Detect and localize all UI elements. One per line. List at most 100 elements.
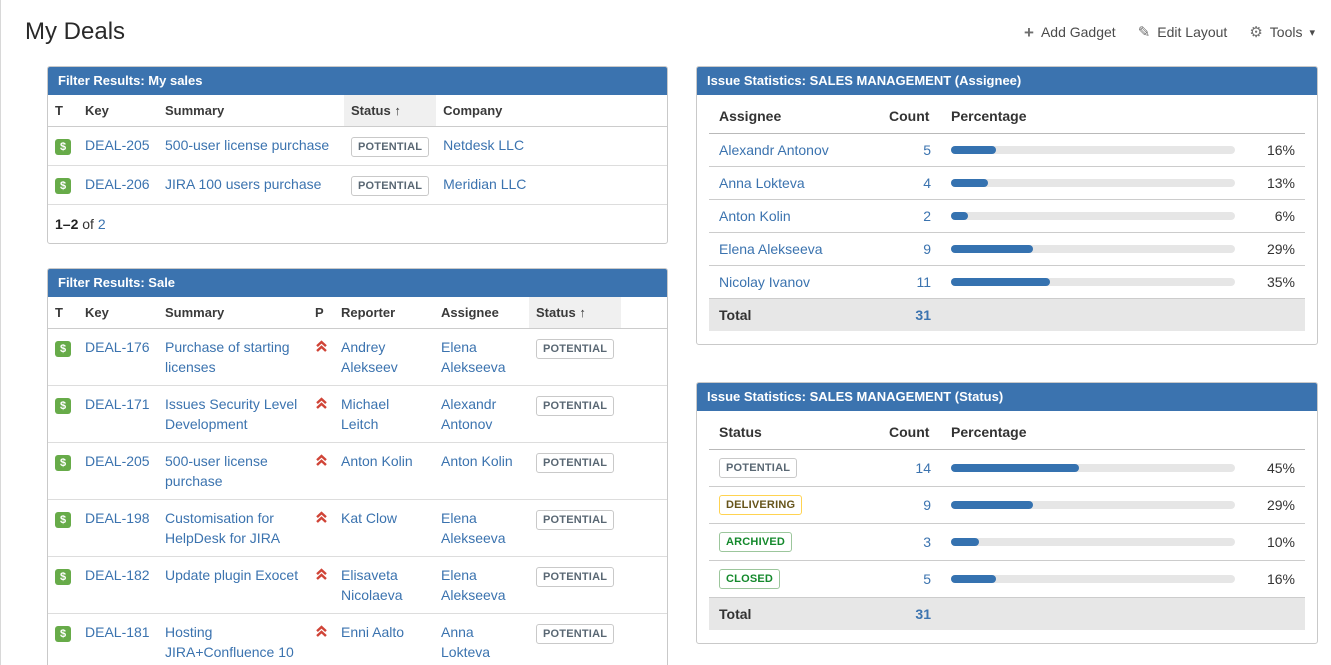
issue-summary-link[interactable]: 500-user license purchase	[165, 137, 329, 153]
table-row: $ DEAL-205 500-user license purchase POT…	[48, 127, 667, 166]
assignee-link[interactable]: Elena Alekseeva	[441, 567, 506, 603]
stats-status-table: Status Count Percentage POTENTIAL 14 45%	[709, 415, 1305, 630]
stat-assignee-link[interactable]: Anton Kolin	[719, 208, 791, 224]
total-count: 31	[879, 598, 941, 631]
column-header-summary[interactable]: Summary	[158, 297, 308, 329]
column-header-type[interactable]: T	[48, 297, 78, 329]
issue-summary-link[interactable]: Hosting JIRA+Confluence 10	[165, 624, 294, 660]
stat-count-link[interactable]: 4	[923, 175, 931, 191]
edit-layout-button[interactable]: ✎ Edit Layout	[1138, 24, 1228, 40]
pagination-total-link[interactable]: 2	[98, 216, 106, 232]
gadget-stats-assignee: Issue Statistics: SALES MANAGEMENT (Assi…	[696, 66, 1318, 345]
reporter-link[interactable]: Anton Kolin	[341, 453, 413, 469]
status-lozenge: POTENTIAL	[536, 624, 614, 644]
issue-summary-link[interactable]: Update plugin Exocet	[165, 567, 298, 583]
reporter-link[interactable]: Michael Leitch	[341, 396, 389, 432]
column-header-status-sorted[interactable]: Status ↑	[344, 95, 436, 127]
percentage-bar-fill	[951, 245, 1033, 253]
issue-key-link[interactable]: DEAL-181	[85, 624, 150, 640]
column-header-assignee[interactable]: Assignee	[434, 297, 529, 329]
stat-assignee-link[interactable]: Alexandr Antonov	[719, 142, 829, 158]
issue-summary-link[interactable]: Purchase of starting licenses	[165, 339, 290, 375]
issue-summary-link[interactable]: Issues Security Level Development	[165, 396, 297, 432]
percentage-bar-track	[951, 146, 1235, 154]
sale-type-icon: $	[55, 398, 71, 414]
stat-row: POTENTIAL 14 45%	[709, 450, 1305, 487]
company-link[interactable]: Netdesk LLC	[443, 137, 524, 153]
status-lozenge: ARCHIVED	[719, 532, 792, 552]
percentage-bar-track	[951, 575, 1235, 583]
stats-assignee-table: Assignee Count Percentage Alexandr Anton…	[709, 99, 1305, 331]
filter-sale-table: T Key Summary P Reporter Assignee Status…	[48, 297, 667, 665]
total-label: Total	[709, 299, 879, 332]
issue-key-link[interactable]: DEAL-205	[85, 453, 150, 469]
percentage-value: 10%	[1249, 534, 1295, 550]
total-label: Total	[709, 598, 879, 631]
add-gadget-label: Add Gadget	[1041, 24, 1116, 40]
percentage-bar-fill	[951, 575, 996, 583]
priority-highest-icon	[315, 397, 328, 410]
status-lozenge: POTENTIAL	[536, 510, 614, 530]
percentage-bar-fill	[951, 501, 1033, 509]
add-gadget-button[interactable]: + Add Gadget	[1024, 24, 1116, 41]
reporter-link[interactable]: Elisaveta Nicolaeva	[341, 567, 402, 603]
issue-summary-link[interactable]: Customisation for HelpDesk for JIRA	[165, 510, 280, 546]
column-header-priority[interactable]: P	[308, 297, 334, 329]
column-header-key[interactable]: Key	[78, 95, 158, 127]
issue-key-link[interactable]: DEAL-171	[85, 396, 150, 412]
stat-count-link[interactable]: 5	[923, 571, 931, 587]
assignee-link[interactable]: Anton Kolin	[441, 453, 513, 469]
gadget-title-bar[interactable]: Issue Statistics: SALES MANAGEMENT (Assi…	[697, 67, 1317, 95]
issue-key-link[interactable]: DEAL-176	[85, 339, 150, 355]
issue-key-link[interactable]: DEAL-198	[85, 510, 150, 526]
stat-assignee-link[interactable]: Nicolay Ivanov	[719, 274, 810, 290]
tools-label: Tools	[1270, 24, 1303, 40]
stat-count-link[interactable]: 2	[923, 208, 931, 224]
stat-count-link[interactable]: 5	[923, 142, 931, 158]
stat-count-link[interactable]: 14	[915, 460, 931, 476]
percentage-value: 45%	[1249, 460, 1295, 476]
priority-highest-icon	[315, 511, 328, 524]
column-header-key[interactable]: Key	[78, 297, 158, 329]
gadget-title-bar[interactable]: Filter Results: My sales	[48, 67, 667, 95]
page-title: My Deals	[25, 18, 125, 46]
issue-key-link[interactable]: DEAL-206	[85, 176, 150, 192]
percentage-bar-track	[951, 501, 1235, 509]
stat-count-link[interactable]: 9	[923, 497, 931, 513]
issue-summary-link[interactable]: 500-user license purchase	[165, 453, 268, 489]
percentage-bar-track	[951, 538, 1235, 546]
column-header-company[interactable]: Company	[436, 95, 667, 127]
column-header-reporter[interactable]: Reporter	[334, 297, 434, 329]
reporter-link[interactable]: Enni Aalto	[341, 624, 404, 640]
assignee-link[interactable]: Elena Alekseeva	[441, 339, 506, 375]
stat-count-link[interactable]: 9	[923, 241, 931, 257]
stat-row: CLOSED 5 16%	[709, 561, 1305, 598]
total-row: Total 31	[709, 299, 1305, 332]
stat-assignee-link[interactable]: Anna Lokteva	[719, 175, 805, 191]
page-header: My Deals + Add Gadget ✎ Edit Layout ⚙ To…	[1, 0, 1331, 66]
table-header-row: T Key Summary Status ↑ Company	[48, 95, 667, 127]
gadget-title-bar[interactable]: Issue Statistics: SALES MANAGEMENT (Stat…	[697, 383, 1317, 411]
stat-count-link[interactable]: 11	[916, 274, 931, 290]
column-header-type[interactable]: T	[48, 95, 78, 127]
reporter-link[interactable]: Andrey Alekseev	[341, 339, 398, 375]
stat-count-link[interactable]: 3	[923, 534, 931, 550]
tools-menu-button[interactable]: ⚙ Tools ▾	[1249, 24, 1315, 40]
gadget-title-bar[interactable]: Filter Results: Sale	[48, 269, 667, 297]
company-link[interactable]: Meridian LLC	[443, 176, 526, 192]
column-header-summary[interactable]: Summary	[158, 95, 344, 127]
issue-summary-link[interactable]: JIRA 100 users purchase	[165, 176, 321, 192]
column-header-status-sorted[interactable]: Status ↑	[529, 297, 621, 329]
stat-assignee-link[interactable]: Elena Alekseeva	[719, 241, 823, 257]
sale-type-icon: $	[55, 139, 71, 155]
column-header-status: Status	[709, 415, 879, 450]
assignee-link[interactable]: Alexandr Antonov	[441, 396, 496, 432]
dashboard-toolbar: + Add Gadget ✎ Edit Layout ⚙ Tools ▾	[1024, 24, 1315, 41]
issue-key-link[interactable]: DEAL-205	[85, 137, 150, 153]
assignee-link[interactable]: Anna Lokteva	[441, 624, 490, 660]
issue-key-link[interactable]: DEAL-182	[85, 567, 150, 583]
total-count: 31	[879, 299, 941, 332]
assignee-link[interactable]: Elena Alekseeva	[441, 510, 506, 546]
reporter-link[interactable]: Kat Clow	[341, 510, 397, 526]
gadget-stats-status: Issue Statistics: SALES MANAGEMENT (Stat…	[696, 382, 1318, 644]
